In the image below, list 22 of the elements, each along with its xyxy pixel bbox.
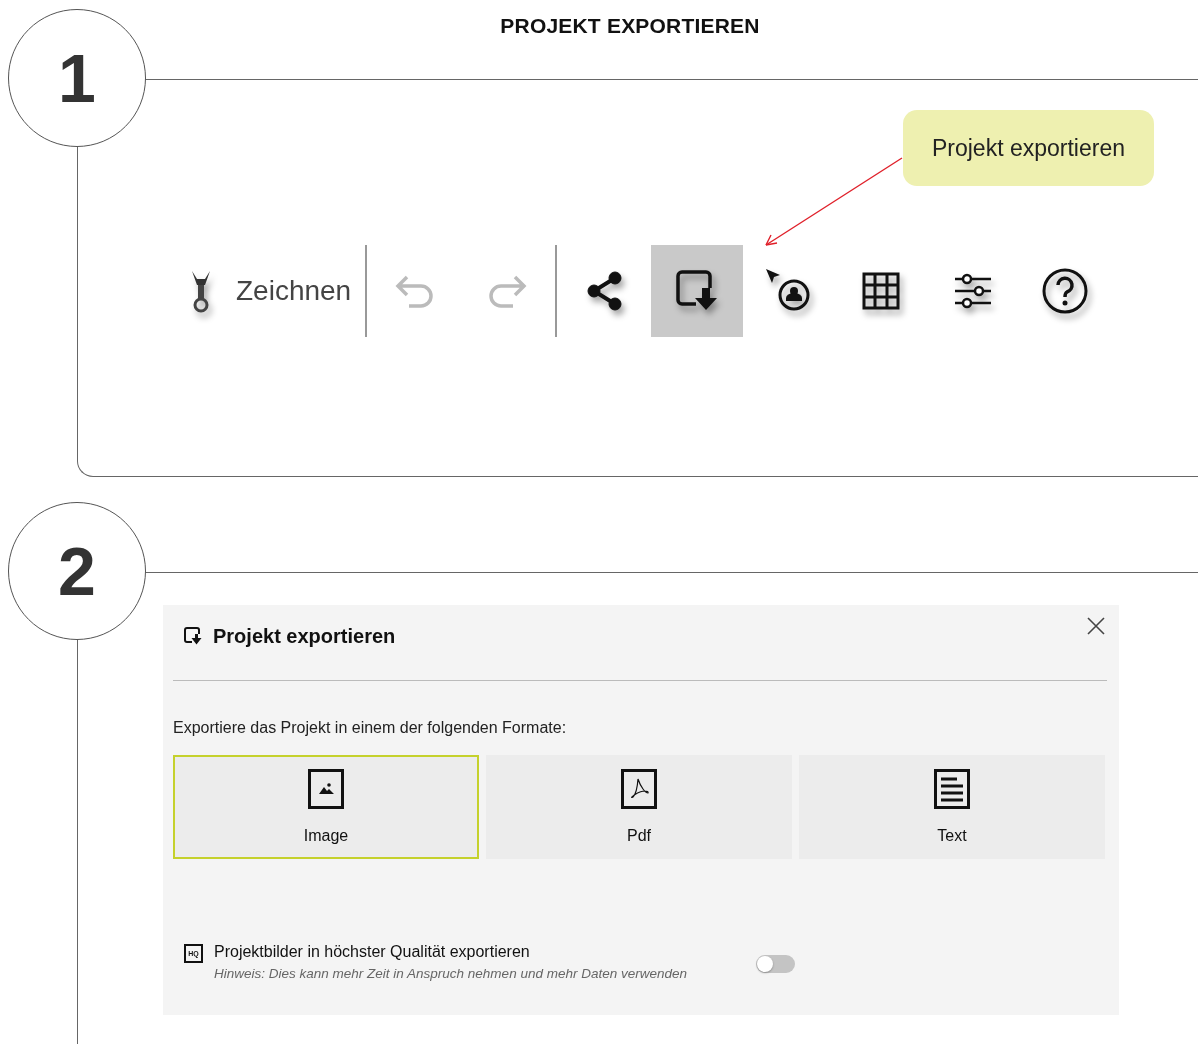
close-button[interactable] [1085, 615, 1107, 637]
export-button[interactable] [651, 245, 744, 337]
export-icon [183, 626, 203, 646]
dialog-title: Projekt exportieren [213, 624, 396, 648]
sliders-icon [953, 271, 994, 311]
draw-button[interactable]: Zeichnen [178, 245, 364, 337]
help-icon [1041, 267, 1090, 315]
grid-icon [861, 271, 902, 311]
step-number: 1 [8, 9, 146, 147]
step-number: 2 [8, 502, 146, 640]
text-file-icon [934, 769, 970, 809]
image-file-icon [308, 769, 344, 809]
pdf-file-icon [621, 769, 657, 809]
option-label: Projektbilder in höchster Qualität exportieren [214, 943, 531, 961]
format-option[interactable]: Pdf [486, 755, 792, 859]
format-option[interactable]: Image [173, 755, 479, 859]
description-text: Exportiere das Projekt in einem der folgenden Formate: [173, 719, 568, 737]
format-option[interactable]: Text [799, 755, 1105, 859]
toggle-switch[interactable] [756, 955, 795, 973]
page-title: PROJEKT EXPORTIEREN [499, 13, 761, 39]
callout-bubble: Projekt exportieren [903, 110, 1154, 186]
hint-text: Hinweis: Dies kann mehr Zeit in Anspruch nehmen und mehr Daten verwenden [214, 966, 688, 981]
